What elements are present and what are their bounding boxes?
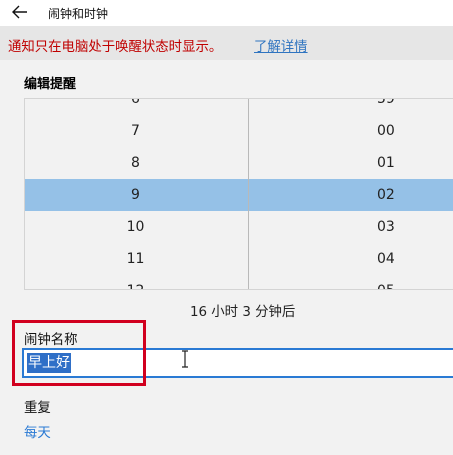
app-title: 闹钟和时钟 [48, 7, 109, 21]
alarm-name-input[interactable]: 早上好 [22, 348, 453, 378]
notification-bar: 通知只在电脑处于唤醒状态时显示。 了解详情 [0, 26, 453, 60]
back-button[interactable] [8, 2, 32, 22]
learn-more-link[interactable]: 了解详情 [254, 35, 308, 55]
time-until-alarm: 16 小时 3 分钟后 [190, 305, 296, 320]
minute-option-selected[interactable]: 02 [249, 179, 453, 211]
minute-option[interactable]: 01 [249, 147, 453, 179]
hour-option[interactable]: 7 [25, 115, 248, 147]
minute-option[interactable]: 03 [249, 211, 453, 243]
minute-option[interactable]: 59 [249, 99, 453, 115]
minute-option[interactable]: 05 [249, 275, 453, 289]
alarm-name-selected-text[interactable]: 早上好 [27, 353, 71, 373]
minute-column[interactable]: 59 00 01 02 03 04 05 [249, 99, 453, 289]
hour-option[interactable]: 10 [25, 211, 248, 243]
hour-option[interactable]: 12 [25, 275, 248, 289]
time-picker[interactable]: 6 7 8 9 10 11 12 59 00 01 02 03 04 05 [24, 98, 453, 290]
hour-option-selected[interactable]: 9 [25, 179, 248, 211]
repeat-label: 重复 [24, 401, 51, 416]
hour-option[interactable]: 8 [25, 147, 248, 179]
edit-reminder-heading: 编辑提醒 [24, 77, 77, 92]
notice-text: 通知只在电脑处于唤醒状态时显示。 [8, 40, 223, 55]
hour-column[interactable]: 6 7 8 9 10 11 12 [25, 99, 248, 289]
minute-option[interactable]: 00 [249, 115, 453, 147]
alarm-edit-window: 闹钟和时钟 通知只在电脑处于唤醒状态时显示。 了解详情 编辑提醒 6 7 8 9… [0, 0, 453, 455]
alarm-name-label: 闹钟名称 [24, 333, 78, 348]
hour-option[interactable]: 11 [25, 243, 248, 275]
text-cursor-icon [182, 350, 188, 368]
minute-option[interactable]: 04 [249, 243, 453, 275]
hour-option[interactable]: 6 [25, 99, 248, 115]
title-bar: 闹钟和时钟 [0, 0, 453, 26]
back-arrow-icon [12, 5, 27, 19]
repeat-value-link[interactable]: 每天 [24, 421, 51, 441]
